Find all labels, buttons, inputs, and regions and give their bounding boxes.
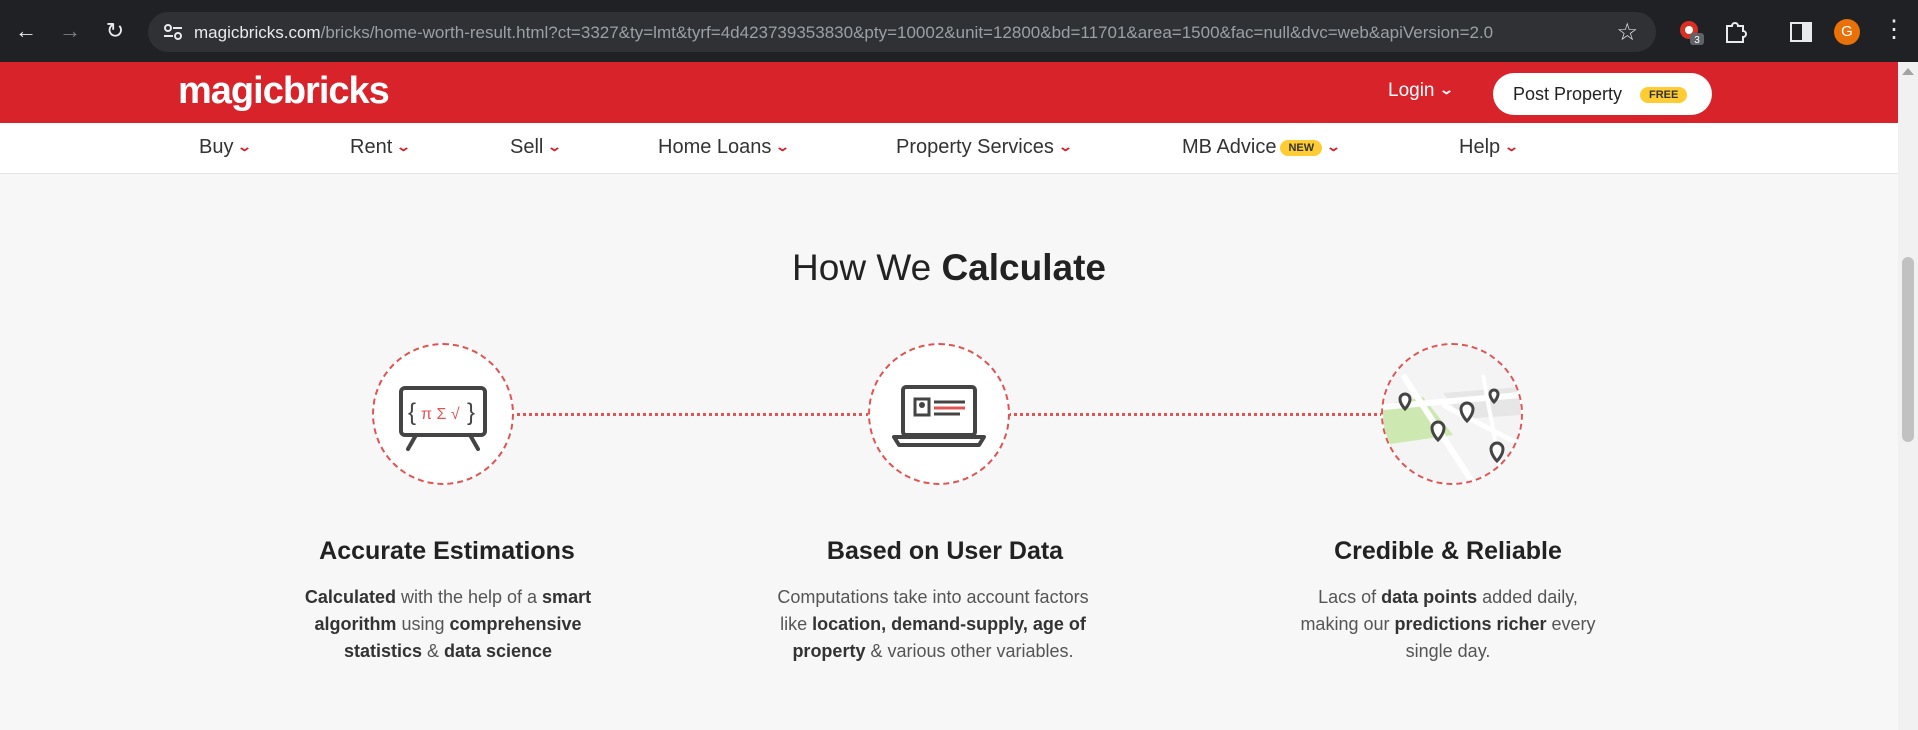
nav-item-rent[interactable]: Rent ⌄ [350,136,412,159]
connector-line [1008,413,1383,416]
bookmark-star-icon[interactable]: ☆ [1616,18,1638,47]
login-button[interactable]: Login ⌄ [1388,80,1454,102]
nav-label: Buy [199,136,234,158]
nav-item-help[interactable]: Help ⌄ [1459,136,1520,159]
chevron-down-icon: ⌄ [237,139,253,154]
desc-text: & [421,641,444,661]
chevron-down-icon: ⌄ [1438,82,1454,97]
desc-highlight: predictions richer [1394,614,1547,634]
address-bar[interactable]: magicbricks.com/bricks/home-worth-result… [148,12,1656,52]
back-icon[interactable]: ← [12,17,40,45]
nav-label: Home Loans [658,136,772,158]
site-info-icon[interactable] [162,22,184,42]
post-property-label: Post Property [1513,84,1623,104]
site-header: magicbricks Login ⌄ Post Property FREE [0,62,1898,123]
nav-item-buy[interactable]: Buy ⌄ [199,136,253,159]
chevron-down-icon: ⌄ [1503,139,1520,154]
svg-text:}: } [467,399,475,426]
feature-title: Based on User Data [826,537,1064,565]
profile-avatar[interactable]: G [1834,19,1860,45]
url-path: /bricks/home-worth-result.html?ct=3327&t… [320,23,1494,42]
url-text[interactable]: magicbricks.com/bricks/home-worth-result… [194,23,1493,43]
desc-text: Lacs of [1318,587,1382,607]
new-badge: NEW [1280,140,1323,156]
feature-description: Calculated with the help of a smart algo… [288,584,608,665]
desc-text: with the help of a [395,587,543,607]
feature-title: Accurate Estimations [319,537,575,565]
browser-menu-icon[interactable]: ⋮ [1882,18,1906,42]
reload-icon[interactable]: ↻ [101,17,129,45]
login-label: Login [1388,80,1435,101]
chevron-down-icon: ⌄ [1057,139,1073,154]
laptop-icon [868,343,1010,485]
chevron-down-icon: ⌄ [775,139,791,154]
feature-title: Credible & Reliable [1334,537,1562,565]
extensions-puzzle-icon[interactable] [1720,17,1750,47]
forward-icon[interactable]: → [56,17,84,45]
post-property-button[interactable]: Post Property FREE [1493,73,1712,115]
feature-description: Computations take into account factors l… [773,584,1093,665]
nav-item-mb-advice[interactable]: MB Advice NEW ⌄ [1182,136,1342,159]
nav-item-property-services[interactable]: Property Services ⌄ [896,136,1073,159]
side-panel-icon[interactable] [1786,17,1816,47]
chevron-down-icon: ⌄ [396,139,412,154]
chevron-down-icon: ⌄ [1325,139,1342,154]
heading-regular: How We [792,247,932,288]
site-logo[interactable]: magicbricks [178,70,390,113]
scroll-up-arrow-icon[interactable] [1902,68,1914,75]
section-heading: How We Calculate [0,247,1898,289]
extension-icon[interactable]: 3 [1676,17,1706,47]
free-badge: FREE [1640,87,1688,103]
chevron-down-icon: ⌄ [547,139,563,154]
nav-label: Sell [510,136,544,158]
desc-highlight: Calculated [304,587,396,607]
nav-label: Help [1459,136,1501,158]
browser-toolbar: ← → ↻ magicbricks.com/bricks/home-worth-… [0,0,1918,62]
how-we-calculate-section: How We Calculate { π Σ √ } Accurate Esti… [0,202,1898,730]
svg-text:{: { [408,399,416,426]
desc-text: & various other variables. [865,641,1074,661]
nav-label: Property Services [896,136,1054,158]
nav-item-home-loans[interactable]: Home Loans ⌄ [658,136,791,159]
nav-label: Rent [350,136,393,158]
feature-description: Lacs of data points added daily, making … [1288,584,1608,665]
desc-highlight: data points [1381,587,1478,607]
map-pins-icon [1381,343,1523,485]
svg-text:π Σ √: π Σ √ [421,406,460,423]
extension-badge-count: 3 [1694,35,1700,46]
heading-bold: Calculate [941,247,1106,288]
scrollbar-thumb[interactable] [1902,257,1914,442]
desc-text: using [396,614,450,634]
formula-board-icon: { π Σ √ } [372,343,514,485]
connector-line [510,413,870,416]
main-navigation: Buy ⌄ Rent ⌄ Sell ⌄ Home Loans ⌄ Property Se… [0,123,1898,174]
url-host: magicbricks.com [194,23,321,42]
nav-item-sell[interactable]: Sell ⌄ [510,136,563,159]
desc-highlight: data science [444,641,553,661]
nav-label: MB Advice [1182,136,1277,158]
